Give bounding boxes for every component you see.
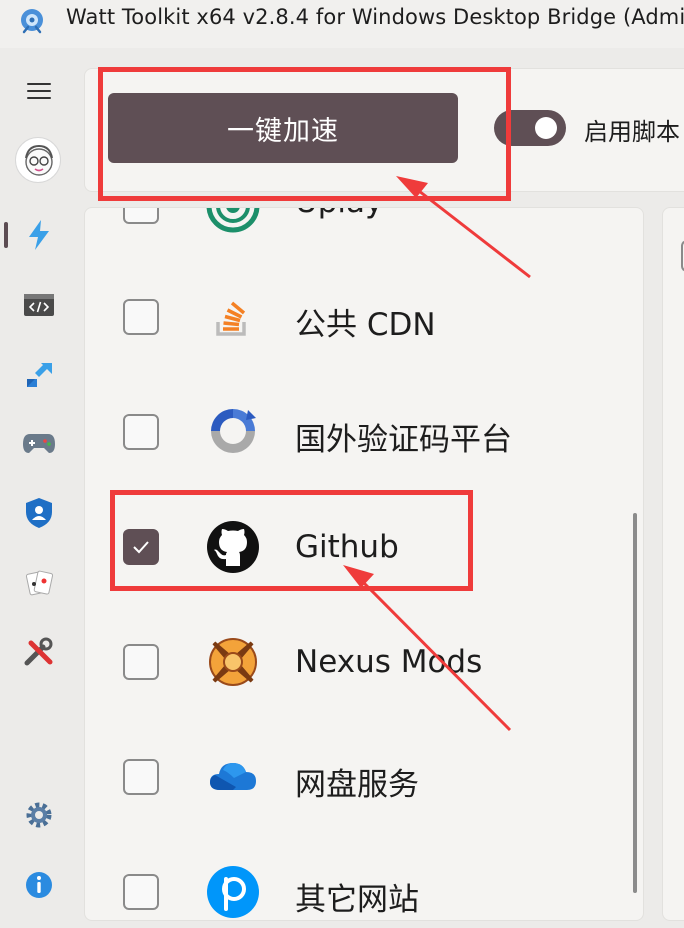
- checkbox-public-cdn[interactable]: [123, 299, 159, 335]
- service-list[interactable]: Uplay 公共 CDN 国外验证码平台: [84, 207, 644, 921]
- service-label-nexus-mods: Nexus Mods: [295, 644, 483, 680]
- watt-toolkit-logo-icon: [21, 9, 43, 34]
- checkbox-captcha-platform[interactable]: [123, 414, 159, 450]
- checkbox-uplay[interactable]: [123, 208, 159, 224]
- checkbox-cloud-storage[interactable]: [123, 759, 159, 795]
- cards-icon: [25, 570, 54, 596]
- nav-security[interactable]: [20, 494, 58, 532]
- menu-button[interactable]: [20, 72, 58, 110]
- list-item-cloud-storage[interactable]: 网盘服务: [85, 723, 643, 833]
- stack-overflow-icon: [216, 301, 246, 336]
- service-label-public-cdn: 公共 CDN: [295, 307, 436, 343]
- checkbox-other-sites[interactable]: [123, 874, 159, 910]
- service-label-other-sites: 其它网站: [295, 882, 419, 918]
- right-panel-card: [662, 207, 684, 921]
- list-item-captcha-platform[interactable]: 国外验证码平台: [85, 378, 643, 488]
- nav-settings[interactable]: [20, 796, 58, 834]
- recaptcha-icon: [211, 409, 256, 453]
- list-item-github[interactable]: Github: [85, 493, 643, 603]
- info-icon: [26, 872, 52, 898]
- checkbox-nexus-mods[interactable]: [123, 644, 159, 680]
- checkbox-github[interactable]: [123, 529, 159, 565]
- transfer-arrows-icon: [27, 363, 52, 387]
- service-label-captcha-platform: 国外验证码平台: [295, 422, 512, 458]
- one-click-accelerate-button[interactable]: 一键加速: [108, 93, 458, 163]
- nav-cards[interactable]: [20, 564, 58, 602]
- enable-script-toggle[interactable]: [494, 110, 566, 146]
- nexus-mods-icon: [209, 638, 257, 686]
- onedrive-cloud-icon: [210, 763, 256, 790]
- service-label-github: Github: [295, 529, 399, 565]
- nav-tools[interactable]: [20, 634, 58, 672]
- enable-script-label: 启用脚本: [584, 118, 680, 146]
- toggle-knob: [535, 117, 557, 139]
- code-icon: [24, 294, 54, 316]
- service-label-uplay: Uplay: [295, 208, 383, 220]
- title-bar: Watt Toolkit x64 v2.8.4 for Windows Desk…: [0, 0, 684, 48]
- checkmark-icon: [133, 541, 149, 554]
- window-title: Watt Toolkit x64 v2.8.4 for Windows Desk…: [66, 5, 684, 29]
- service-label-cloud-storage: 网盘服务: [295, 767, 419, 803]
- avatar[interactable]: [15, 137, 61, 183]
- lightning-icon: [29, 220, 49, 250]
- list-item-uplay[interactable]: Uplay: [85, 208, 643, 262]
- list-item-other-sites[interactable]: 其它网站: [85, 838, 643, 920]
- list-item-nexus-mods[interactable]: Nexus Mods: [85, 608, 643, 718]
- settings-gear-icon: [26, 802, 52, 828]
- tools-icon: [24, 637, 53, 666]
- list-item-public-cdn[interactable]: 公共 CDN: [85, 263, 643, 373]
- nav-accelerate[interactable]: [20, 216, 58, 254]
- nav-transfer[interactable]: [20, 356, 58, 394]
- nav-script[interactable]: [20, 286, 58, 324]
- uplay-icon: [206, 208, 260, 233]
- gamepad-icon: [23, 434, 55, 453]
- nav-about[interactable]: [20, 866, 58, 904]
- menu-icon: [27, 83, 51, 99]
- nav-games[interactable]: [20, 424, 58, 462]
- github-icon: [207, 521, 259, 573]
- active-nav-indicator: [4, 222, 8, 248]
- pixiv-icon: [207, 866, 259, 918]
- list-scrollbar[interactable]: [633, 513, 637, 893]
- shield-user-icon: [26, 498, 52, 528]
- user-avatar-icon: [25, 144, 53, 176]
